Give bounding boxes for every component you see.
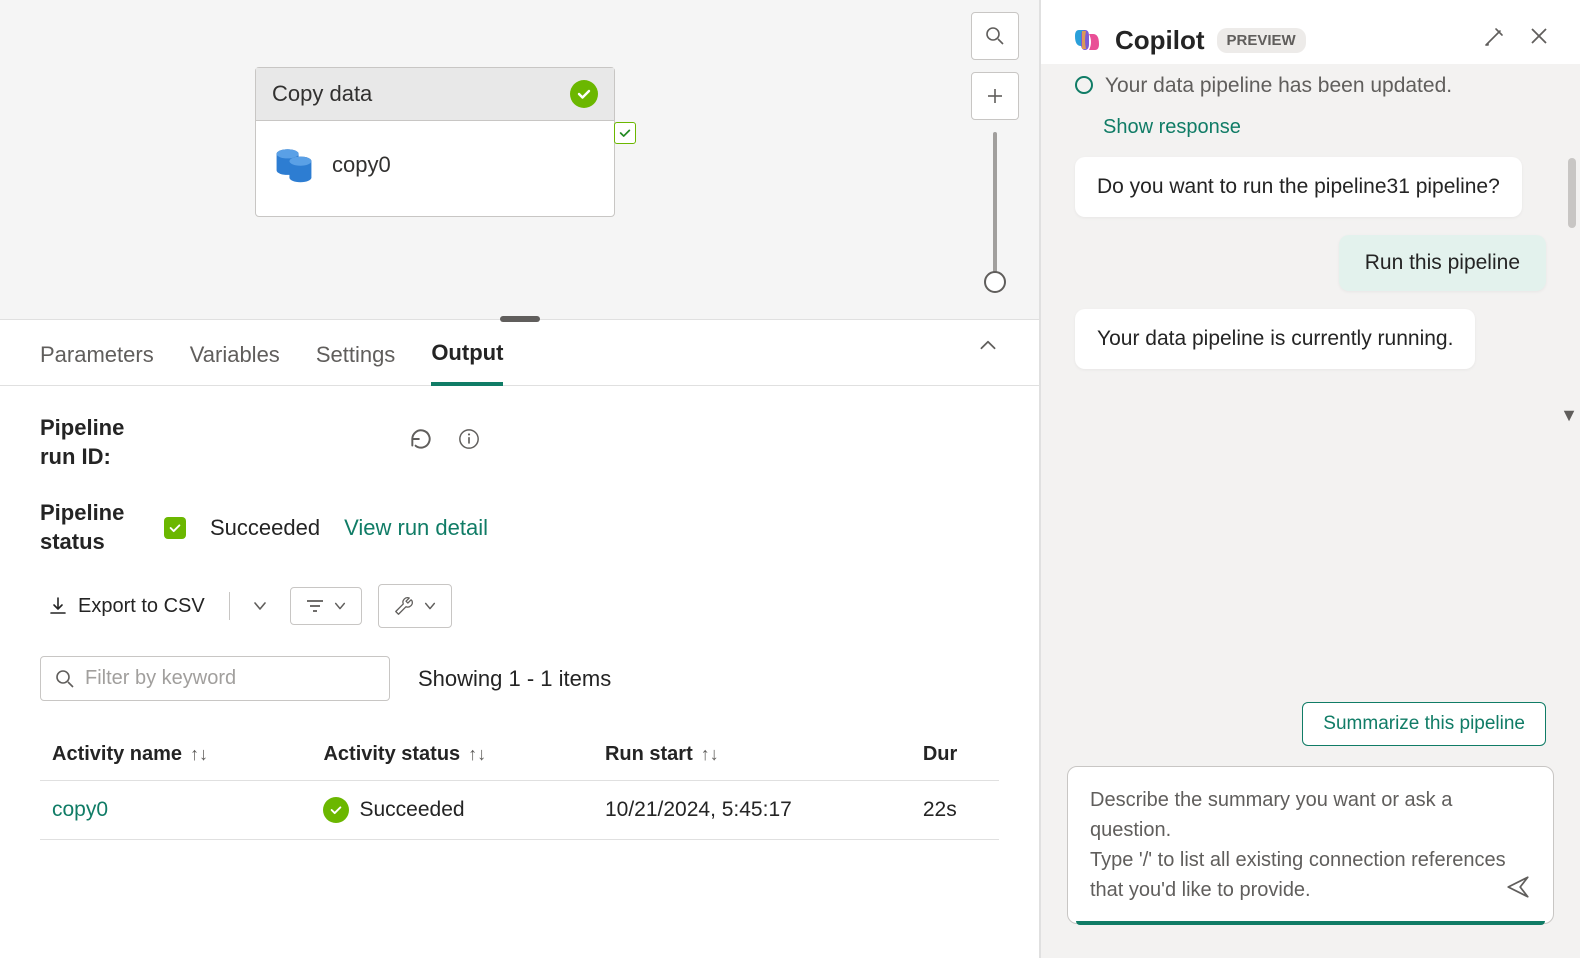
export-csv-dropdown[interactable] xyxy=(246,594,274,618)
sort-icon: ↑↓ xyxy=(190,744,208,764)
output-panel: Pipeline run ID: Pipeline status Succeed… xyxy=(0,386,1039,868)
copilot-input[interactable]: Describe the summary you want or ask a q… xyxy=(1067,766,1554,924)
col-activity-status[interactable]: Activity status↑↓ xyxy=(311,729,593,781)
assistant-message: Your data pipeline is currently running. xyxy=(1075,309,1475,369)
filter-keyword-box[interactable] xyxy=(40,656,390,701)
pipeline-canvas[interactable]: Copy data copy0 xyxy=(0,0,1039,320)
table-row[interactable]: copy0 Succeeded 10/21/2024, 5:45:17 22s xyxy=(40,781,999,840)
scroll-down-icon[interactable]: ▼ xyxy=(1560,405,1578,426)
copilot-input-placeholder: Describe the summary you want or ask a q… xyxy=(1090,785,1531,905)
tab-settings[interactable]: Settings xyxy=(316,342,396,384)
col-activity-name[interactable]: Activity name↑↓ xyxy=(40,729,311,781)
database-icon xyxy=(272,141,316,188)
close-icon[interactable] xyxy=(1528,25,1550,56)
tab-variables[interactable]: Variables xyxy=(190,342,280,384)
zoom-slider[interactable] xyxy=(971,132,1019,282)
status-success-icon xyxy=(164,517,186,539)
col-duration[interactable]: Dur xyxy=(911,729,999,781)
node-name: copy0 xyxy=(332,152,391,178)
search-icon xyxy=(55,669,75,689)
copilot-title: Copilot xyxy=(1115,25,1205,56)
run-id-row: Pipeline run ID: xyxy=(40,414,999,471)
settings-wrench-button[interactable] xyxy=(378,584,452,628)
success-check-icon xyxy=(570,80,598,108)
canvas-tools xyxy=(971,12,1019,282)
node-success-badge-icon xyxy=(614,122,636,144)
run-id-label: Pipeline run ID: xyxy=(40,414,140,471)
status-label: Pipeline status xyxy=(40,499,140,556)
export-csv-button[interactable]: Export to CSV xyxy=(40,587,213,626)
add-button[interactable] xyxy=(971,72,1019,120)
view-run-detail-link[interactable]: View run detail xyxy=(344,515,488,541)
send-icon[interactable] xyxy=(1505,874,1531,907)
summarize-pipeline-button[interactable]: Summarize this pipeline xyxy=(1302,702,1546,746)
assistant-message: Do you want to run the pipeline31 pipeli… xyxy=(1075,157,1522,217)
user-message: Run this pipeline xyxy=(1339,235,1546,291)
col-run-start[interactable]: Run start↑↓ xyxy=(593,729,911,781)
sort-icon: ↑↓ xyxy=(468,744,486,764)
showing-text: Showing 1 - 1 items xyxy=(418,666,611,692)
search-row: Showing 1 - 1 items xyxy=(40,656,999,701)
copilot-body: Your data pipeline has been updated. Sho… xyxy=(1041,64,1580,766)
node-body: copy0 xyxy=(256,121,614,216)
status-text: Succeeded xyxy=(210,515,320,541)
refresh-icon[interactable] xyxy=(408,426,434,459)
row-success-icon xyxy=(323,797,349,823)
node-title: Copy data xyxy=(272,81,372,107)
output-table: Activity name↑↓ Activity status↑↓ Run st… xyxy=(40,729,999,840)
copilot-header: Copilot PREVIEW xyxy=(1041,0,1580,64)
collapse-panel-icon[interactable] xyxy=(977,334,999,362)
zoom-slider-thumb[interactable] xyxy=(984,271,1006,293)
tab-output[interactable]: Output xyxy=(431,340,503,386)
preview-badge: PREVIEW xyxy=(1217,28,1306,53)
main-pane: Copy data copy0 xyxy=(0,0,1040,958)
row-duration: 22s xyxy=(911,781,999,840)
check-outline-icon xyxy=(1075,76,1093,94)
node-header: Copy data xyxy=(256,68,614,121)
export-csv-label: Export to CSV xyxy=(78,595,205,618)
info-icon[interactable] xyxy=(458,428,480,457)
row-status: Succeeded xyxy=(359,798,464,822)
zoom-search-button[interactable] xyxy=(971,12,1019,60)
activity-name-link[interactable]: copy0 xyxy=(52,798,108,821)
status-row: Pipeline status Succeeded View run detai… xyxy=(40,499,999,556)
filter-columns-button[interactable] xyxy=(290,587,362,625)
filter-keyword-input[interactable] xyxy=(85,667,375,690)
sort-icon: ↑↓ xyxy=(701,744,719,764)
scrollbar-thumb[interactable] xyxy=(1568,158,1576,228)
show-response-link[interactable]: Show response xyxy=(1103,116,1546,139)
divider xyxy=(229,592,230,620)
truncated-message: Your data pipeline has been updated. xyxy=(1075,74,1546,98)
tabs: Parameters Variables Settings Output xyxy=(0,320,1039,386)
output-toolbar: Export to CSV xyxy=(40,584,999,628)
copilot-logo-icon xyxy=(1071,24,1103,56)
clear-chat-icon[interactable] xyxy=(1482,25,1506,56)
row-start: 10/21/2024, 5:45:17 xyxy=(593,781,911,840)
tab-parameters[interactable]: Parameters xyxy=(40,342,154,384)
activity-node-copydata[interactable]: Copy data copy0 xyxy=(255,67,615,217)
copilot-panel: Copilot PREVIEW Your data pipeline has b… xyxy=(1040,0,1580,958)
